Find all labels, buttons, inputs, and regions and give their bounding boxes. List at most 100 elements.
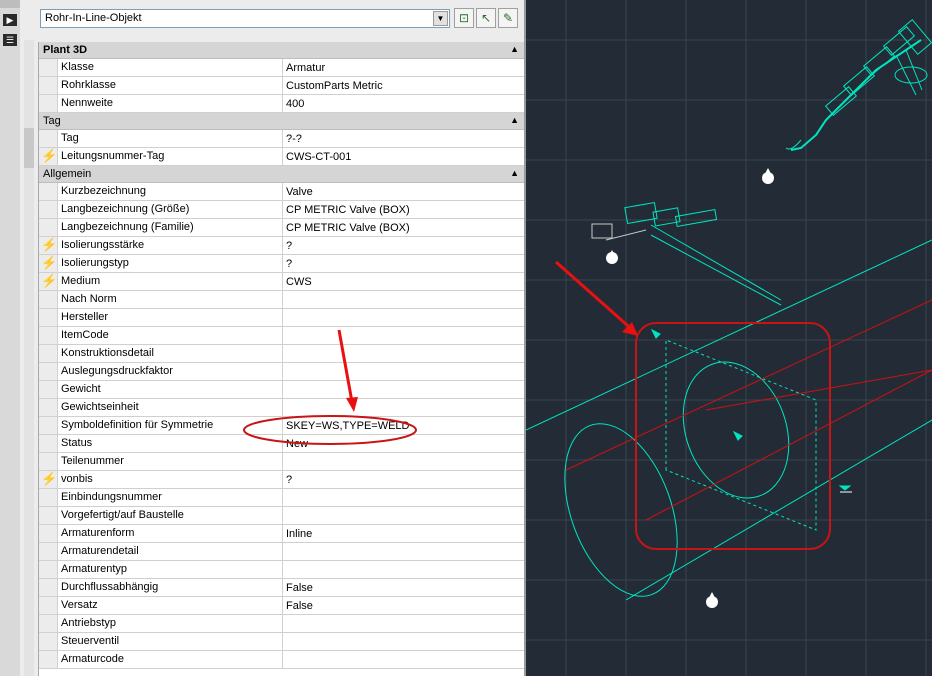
- column-separator: [282, 237, 283, 254]
- category-header[interactable]: Plant 3D ▲: [39, 42, 531, 59]
- property-value[interactable]: Armatur: [286, 62, 325, 74]
- palette-properties-icon[interactable]: ☰: [3, 34, 17, 46]
- column-separator: [282, 345, 283, 362]
- column-separator: [282, 327, 283, 344]
- lightning-bolt-icon: ⚡: [41, 471, 58, 486]
- row-gutter: [39, 219, 58, 236]
- property-name: Status: [61, 437, 93, 449]
- property-row[interactable]: Hersteller: [39, 309, 531, 327]
- property-value[interactable]: Inline: [286, 528, 312, 540]
- column-separator: [282, 59, 283, 76]
- property-row[interactable]: Durchflussabhängig False: [39, 579, 531, 597]
- row-gutter: [39, 417, 58, 434]
- property-value[interactable]: CWS: [286, 276, 312, 288]
- toggle-pickadd-icon[interactable]: ✎: [498, 8, 518, 28]
- lightning-bolt-icon: ⚡: [41, 148, 58, 163]
- select-objects-icon[interactable]: ↖: [476, 8, 496, 28]
- property-name: Armaturcode: [61, 653, 124, 665]
- property-row[interactable]: Antriebstyp: [39, 615, 531, 633]
- property-value[interactable]: CWS-CT-001: [286, 151, 351, 163]
- column-separator: [282, 651, 283, 668]
- property-row[interactable]: Langbezeichnung (Familie) CP METRIC Valve…: [39, 219, 531, 237]
- category-header[interactable]: Tag ▲: [39, 113, 531, 130]
- property-value[interactable]: False: [286, 600, 313, 612]
- property-value[interactable]: ?-?: [286, 133, 302, 145]
- property-row[interactable]: Einbindungsnummer: [39, 489, 531, 507]
- property-row[interactable]: Nach Norm: [39, 291, 531, 309]
- row-gutter: [39, 309, 58, 326]
- column-separator: [282, 255, 283, 272]
- row-gutter: [39, 345, 58, 362]
- property-value[interactable]: CustomParts Metric: [286, 80, 383, 92]
- column-separator: [282, 507, 283, 524]
- category-label: Plant 3D: [43, 44, 88, 56]
- properties-palette: Rohr-In-Line-Objekt ▼ ⊡ ↖ ✎ Plant 3D ▲ Kla…: [20, 0, 531, 676]
- scrollbar-thumb[interactable]: [24, 128, 34, 168]
- property-row[interactable]: Armaturentyp: [39, 561, 531, 579]
- property-row[interactable]: Auslegungsdruckfaktor: [39, 363, 531, 381]
- collapse-caret-icon[interactable]: ▲: [510, 44, 519, 54]
- column-separator: [282, 77, 283, 94]
- category-header[interactable]: Allgemein ▲: [39, 166, 531, 183]
- object-type-dropdown[interactable]: Rohr-In-Line-Objekt ▼: [40, 9, 450, 28]
- property-name: Versatz: [61, 599, 98, 611]
- property-value[interactable]: ?: [286, 240, 292, 252]
- property-row[interactable]: Konstruktionsdetail: [39, 345, 531, 363]
- property-row[interactable]: ⚡ Medium CWS: [39, 273, 531, 291]
- property-row[interactable]: Status New: [39, 435, 531, 453]
- property-row[interactable]: ItemCode: [39, 327, 531, 345]
- property-row[interactable]: Kurzbezeichnung Valve: [39, 183, 531, 201]
- property-name: Langbezeichnung (Familie): [61, 221, 194, 233]
- property-row[interactable]: Armaturenform Inline: [39, 525, 531, 543]
- property-row[interactable]: Rohrklasse CustomParts Metric: [39, 77, 531, 95]
- property-row[interactable]: Armaturcode: [39, 651, 531, 669]
- property-name: Einbindungsnummer: [61, 491, 162, 503]
- property-row[interactable]: Gewichtseinheit: [39, 399, 531, 417]
- model-viewport[interactable]: [526, 0, 932, 676]
- property-name: Antriebstyp: [61, 617, 117, 629]
- property-row[interactable]: ⚡ vonbis?: [39, 471, 531, 489]
- property-row[interactable]: Teilenummer: [39, 453, 531, 471]
- property-value[interactable]: 400: [286, 98, 304, 110]
- auto-hide-icon[interactable]: ▶: [3, 14, 17, 26]
- property-row[interactable]: Gewicht: [39, 381, 531, 399]
- property-row[interactable]: Klasse Armatur: [39, 59, 531, 77]
- property-row[interactable]: ⚡ Isolierungstyp?: [39, 255, 531, 273]
- property-name: Armaturendetail: [61, 545, 139, 557]
- property-value[interactable]: New: [286, 438, 308, 450]
- quick-select-icon[interactable]: ⊡: [454, 8, 474, 28]
- property-row[interactable]: Symboldefinition für Symmetrie SKEY=WS,TY…: [39, 417, 531, 435]
- column-separator: [282, 435, 283, 452]
- column-separator: [282, 183, 283, 200]
- property-value[interactable]: CP METRIC Valve (BOX): [286, 204, 410, 216]
- property-row[interactable]: Nennweite 400: [39, 95, 531, 113]
- palette-title-grip[interactable]: [0, 0, 20, 8]
- property-value[interactable]: CP METRIC Valve (BOX): [286, 222, 410, 234]
- property-value[interactable]: SKEY=WS,TYPE=WELD: [286, 420, 409, 432]
- property-value[interactable]: ?: [286, 474, 292, 486]
- property-row[interactable]: ⚡ Leitungsnummer-Tag CWS-CT-001: [39, 148, 531, 166]
- property-row[interactable]: Armaturendetail: [39, 543, 531, 561]
- column-separator: [282, 597, 283, 614]
- property-value[interactable]: False: [286, 582, 313, 594]
- property-name: Durchflussabhängig: [61, 581, 159, 593]
- column-separator: [282, 130, 283, 147]
- chevron-down-icon[interactable]: ▼: [433, 11, 448, 26]
- collapse-caret-icon[interactable]: ▲: [510, 168, 519, 178]
- row-gutter: [39, 130, 58, 147]
- property-value[interactable]: Valve: [286, 186, 313, 198]
- property-name: Medium: [61, 275, 101, 287]
- property-row[interactable]: Langbezeichnung (Größe) CP METRIC Valve (…: [39, 201, 531, 219]
- property-row[interactable]: Tag ?-?: [39, 130, 531, 148]
- property-value[interactable]: ?: [286, 258, 292, 270]
- property-row[interactable]: Steuerventil: [39, 633, 531, 651]
- property-name: ItemCode: [61, 329, 109, 341]
- collapse-caret-icon[interactable]: ▲: [510, 115, 519, 125]
- row-gutter: [39, 507, 58, 524]
- property-row[interactable]: ⚡ Isolierungsstärke?: [39, 237, 531, 255]
- palette-scrollbar[interactable]: [24, 40, 34, 676]
- property-row[interactable]: Versatz False: [39, 597, 531, 615]
- property-row[interactable]: Vorgefertigt/auf Baustelle: [39, 507, 531, 525]
- properties-toolbar: Rohr-In-Line-Objekt ▼ ⊡ ↖ ✎: [20, 0, 524, 40]
- cad-drawing: [526, 0, 932, 676]
